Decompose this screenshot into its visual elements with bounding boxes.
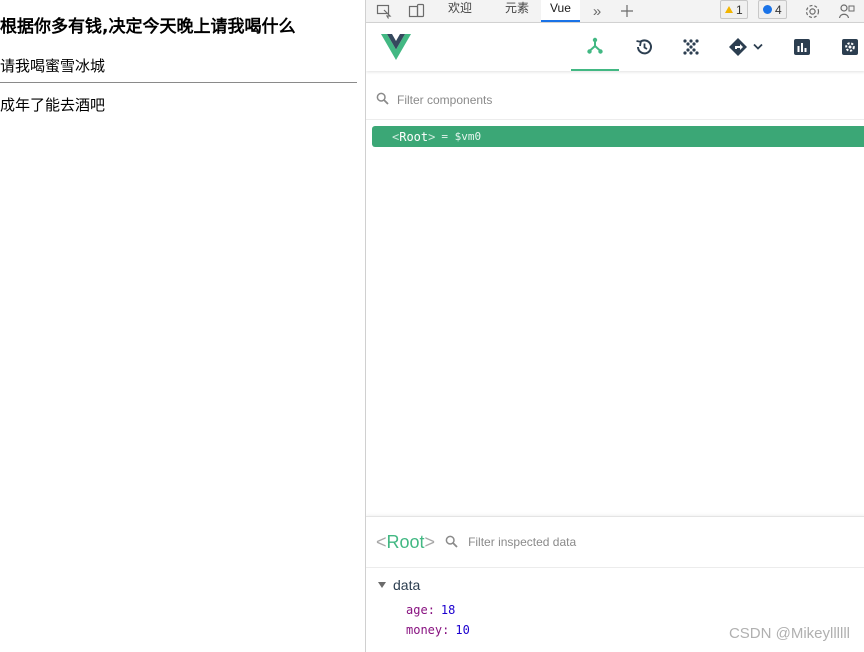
adult-option-text: 成年了能去酒吧 [0,96,106,114]
tab-elements[interactable]: 元素 [505,0,529,22]
add-tab-icon[interactable] [618,0,636,22]
divider [0,82,357,83]
vue-logo-icon [380,23,412,71]
caret-down-icon [378,582,386,588]
search-icon [445,533,458,552]
timeline-icon[interactable] [628,23,660,71]
data-section-toggle[interactable]: data [378,577,420,593]
data-property-age[interactable]: age: 18 [406,603,455,617]
messages-badge[interactable]: 4 [758,0,787,19]
more-tabs-icon[interactable]: » [588,0,606,22]
inspector-title: <Root> [376,531,436,552]
tab-welcome[interactable]: 欢迎 [448,0,472,22]
filter-inspected-input[interactable] [468,535,769,549]
performance-icon[interactable] [786,23,818,71]
devtools-panel: 欢迎 元素 Vue » 1 4 Filter components < Root… [365,0,864,652]
tab-vue[interactable]: Vue [541,0,580,22]
warnings-count: 1 [736,2,743,17]
inspector-header: <Root> [366,517,864,568]
data-section-label: data [393,577,421,593]
data-property-money[interactable]: money: 10 [406,623,470,637]
vue-settings-icon[interactable] [834,23,864,71]
vue-devtools-toolbar [366,23,864,71]
device-toggle-icon[interactable] [406,0,426,22]
message-icon [763,5,772,14]
components-tab-icon[interactable] [571,23,619,71]
page-heading: 根据你多有钱,决定今天晚上请我喝什么 [0,17,296,37]
root-tag-name: Root [399,129,429,144]
router-icon[interactable] [724,23,768,71]
warnings-badge[interactable]: 1 [720,0,748,19]
filter-components-input[interactable] [397,92,697,107]
settings-icon[interactable] [802,0,822,22]
filter-components-bar [366,80,864,120]
messages-count: 4 [775,2,782,17]
tag-open-bracket: < [392,129,400,144]
dock-icon[interactable] [836,0,856,22]
rendered-page: 根据你多有钱,决定今天晚上请我喝什么 请我喝蜜雪冰城 成年了能去酒吧 [0,0,366,652]
search-icon [376,90,389,109]
inspect-icon[interactable] [374,0,394,22]
watermark: CSDN @Mikeyllllll [728,625,850,642]
root-vm-ref: = $vm0 [441,130,482,143]
tag-close-bracket: > [428,129,436,144]
component-tree-root[interactable]: < Root > = $vm0 [372,126,864,147]
vuex-icon[interactable] [675,23,707,71]
drink-option-text: 请我喝蜜雪冰城 [0,57,106,75]
devtools-tab-bar: 欢迎 元素 Vue » 1 4 [366,0,864,23]
warning-icon [725,6,733,13]
